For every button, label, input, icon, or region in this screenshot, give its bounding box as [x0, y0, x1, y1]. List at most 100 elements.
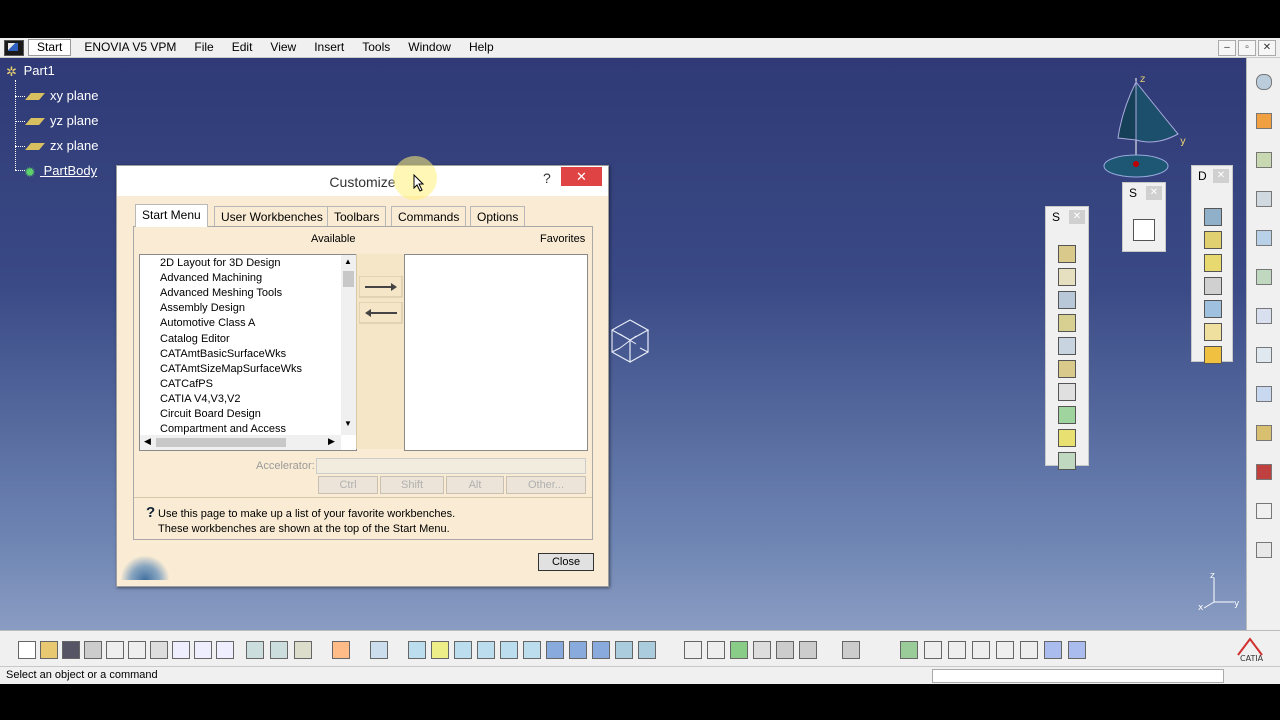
tree-item-xy-plane[interactable]: xy plane: [25, 88, 98, 104]
fillet-icon[interactable]: [1204, 208, 1222, 226]
dimension-icon[interactable]: [1020, 641, 1038, 659]
whats-this-icon[interactable]: [216, 641, 234, 659]
axis-tool-icon[interactable]: [948, 641, 966, 659]
slot-icon[interactable]: [1058, 429, 1076, 447]
point-icon[interactable]: [1256, 347, 1272, 363]
tree-item-partbody[interactable]: ✹ PartBody: [24, 163, 97, 180]
tab-options[interactable]: Options: [470, 206, 526, 227]
catia-logo-icon[interactable]: [4, 39, 24, 56]
scroll-up-icon[interactable]: ▲: [344, 257, 352, 266]
draft-icon[interactable]: [1204, 254, 1222, 272]
table-icon[interactable]: [753, 641, 771, 659]
eraser-icon[interactable]: [1068, 641, 1086, 659]
fit-all-icon[interactable]: [408, 641, 426, 659]
zoom-in-icon[interactable]: [477, 641, 495, 659]
list-item[interactable]: 2D Layout for 3D Design: [160, 256, 280, 271]
material-apply-icon[interactable]: [842, 641, 860, 659]
chamfer-icon[interactable]: [1204, 231, 1222, 249]
dialog-titlebar[interactable]: Customize ? ✕: [117, 166, 608, 196]
favorites-list[interactable]: [404, 254, 588, 451]
scroll-left-icon[interactable]: ◀: [144, 436, 151, 447]
close-window-button[interactable]: ✕: [1258, 40, 1276, 56]
vertical-scrollbar[interactable]: ▲ ▼: [341, 255, 356, 435]
toolbar-header[interactable]: S ✕: [1046, 207, 1088, 229]
hole-icon[interactable]: [1058, 383, 1076, 401]
wireframe-icon[interactable]: [1256, 191, 1272, 207]
select-arrow-icon[interactable]: [1256, 113, 1272, 129]
swap-space-icon[interactable]: [638, 641, 656, 659]
horizontal-scrollbar[interactable]: ◀ ▶: [140, 435, 341, 450]
annotation-icon[interactable]: [1256, 503, 1272, 519]
hide-show-icon[interactable]: [615, 641, 633, 659]
available-list[interactable]: 2D Layout for 3D Design Advanced Machinin…: [139, 254, 357, 451]
dialog-close-icon[interactable]: ✕: [561, 167, 602, 186]
catalog-icon[interactable]: [776, 641, 794, 659]
accelerator-input[interactable]: [316, 458, 586, 474]
list-item[interactable]: Catalog Editor: [160, 332, 230, 347]
material-icon[interactable]: [1256, 464, 1272, 480]
thickness-icon[interactable]: [1204, 300, 1222, 318]
scroll-thumb[interactable]: [343, 271, 354, 287]
new-icon[interactable]: [18, 641, 36, 659]
sketch-tool-icon[interactable]: [1058, 245, 1076, 263]
copy-icon[interactable]: [128, 641, 146, 659]
tab-start-menu[interactable]: Start Menu: [135, 204, 208, 227]
list-item[interactable]: CATCafPS: [160, 377, 213, 392]
floating-toolbar-dress-up[interactable]: D ✕: [1191, 165, 1233, 364]
scroll-right-icon[interactable]: ▶: [328, 436, 335, 447]
sketcher-icon[interactable]: [1133, 219, 1155, 241]
grid-icon[interactable]: [972, 641, 990, 659]
restore-button[interactable]: ▫: [1238, 40, 1256, 56]
tab-commands[interactable]: Commands: [391, 206, 467, 227]
redo-icon[interactable]: [194, 641, 212, 659]
shell-icon[interactable]: [1204, 277, 1222, 295]
help-button[interactable]: ?: [543, 170, 551, 186]
undo-icon[interactable]: [172, 641, 190, 659]
rotate-icon[interactable]: [454, 641, 472, 659]
floating-toolbar-sketcher[interactable]: S ✕: [1122, 182, 1166, 252]
measure-icon[interactable]: [1256, 152, 1272, 168]
list-item[interactable]: Assembly Design: [160, 301, 245, 316]
close-button[interactable]: Close: [538, 553, 594, 571]
scroll-thumb-h[interactable]: [156, 438, 286, 447]
tree-root[interactable]: ✲ Part1: [6, 63, 55, 79]
instantiate-icon[interactable]: [799, 641, 817, 659]
layer-icon[interactable]: [1044, 641, 1062, 659]
constraint-icon[interactable]: [1256, 308, 1272, 324]
shaft-icon[interactable]: [1058, 337, 1076, 355]
menu-edit[interactable]: Edit: [223, 38, 262, 57]
loft-icon[interactable]: [1058, 452, 1076, 470]
list-item[interactable]: CATAmtSizeMapSurfaceWks: [160, 362, 302, 377]
menu-window[interactable]: Window: [399, 38, 460, 57]
list-item[interactable]: Advanced Meshing Tools: [160, 286, 282, 301]
other-button[interactable]: Other...: [506, 476, 586, 494]
compass-icon[interactable]: z y: [1100, 72, 1192, 184]
pan-icon[interactable]: [431, 641, 449, 659]
comment-icon[interactable]: [707, 641, 725, 659]
formula-icon[interactable]: [684, 641, 702, 659]
line-icon[interactable]: [1256, 386, 1272, 402]
minimize-button[interactable]: –: [1218, 40, 1236, 56]
command-input[interactable]: [932, 669, 1224, 683]
rule-icon[interactable]: [730, 641, 748, 659]
print-icon[interactable]: [84, 641, 102, 659]
fly-icon[interactable]: [332, 641, 350, 659]
save-icon[interactable]: [62, 641, 80, 659]
tab-toolbars[interactable]: Toolbars: [327, 206, 387, 227]
zoom-out-icon[interactable]: [500, 641, 518, 659]
toolbar-close-icon[interactable]: ✕: [1146, 186, 1162, 200]
search-icon[interactable]: [1256, 74, 1272, 90]
shading-icon[interactable]: [592, 641, 610, 659]
pad-icon[interactable]: [1058, 291, 1076, 309]
add-to-favorites-arrow-icon[interactable]: [359, 276, 403, 298]
remove-from-favorites-arrow-icon[interactable]: [359, 302, 403, 324]
tab-user-workbenches[interactable]: User Workbenches: [214, 206, 330, 227]
toolbar-header[interactable]: D ✕: [1192, 166, 1232, 188]
tree-item-zx-plane[interactable]: zx plane: [25, 138, 98, 154]
toolbar-close-icon[interactable]: ✕: [1069, 210, 1085, 224]
menu-enovia[interactable]: ENOVIA V5 VPM: [75, 38, 185, 57]
toolbar-close-icon[interactable]: ✕: [1213, 169, 1229, 183]
menu-view[interactable]: View: [261, 38, 305, 57]
list-item[interactable]: CATIA V4,V3,V2: [160, 392, 241, 407]
toolbar-header[interactable]: S ✕: [1123, 183, 1165, 205]
